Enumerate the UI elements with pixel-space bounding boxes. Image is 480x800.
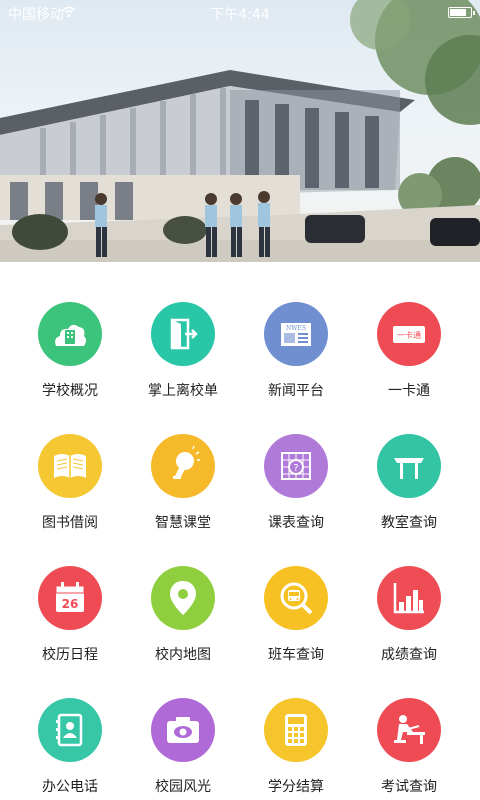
menu-item-campus-scenery[interactable]: 校园风光 [123,658,243,795]
menu-item-campus-map[interactable]: 校内地图 [123,526,243,663]
menu-item-office-phone[interactable]: 办公电话 [10,658,130,795]
bus-search-icon [264,566,328,630]
menu-item-library[interactable]: 图书借阅 [10,394,130,531]
menu-item-grades[interactable]: 成绩查询 [349,526,469,663]
bar-chart-icon [377,566,441,630]
lightbulb-icon [151,434,215,498]
map-pin-icon [151,566,215,630]
desk-icon [377,434,441,498]
menu-item-smart-classroom[interactable]: 智慧课堂 [123,394,243,531]
calendar-icon: 26 [38,566,102,630]
menu-item-calendar[interactable]: 26 校历日程 [10,526,130,663]
book-icon [38,434,102,498]
menu-label: 校园风光 [155,779,211,795]
status-time: 下午4:44 [210,7,270,23]
door-exit-icon [151,302,215,366]
card-icon: 一卡通 [377,302,441,366]
menu-item-classroom[interactable]: 教室查询 [349,394,469,531]
news-badge: NWES [286,325,306,332]
menu-item-credit-calc[interactable]: 学分结算 [236,658,356,795]
menu-item-leave-form[interactable]: 掌上离校单 [123,262,243,399]
menu-item-school-overview[interactable]: 学校概况 [10,262,130,399]
school-building-icon [38,302,102,366]
svg-text:?: ? [293,463,298,474]
phonebook-icon [38,698,102,762]
menu-label: 办公电话 [42,779,98,795]
card-badge: 一卡通 [397,330,421,340]
menu-label: 考试查询 [381,779,437,795]
campus-building-illustration [0,0,480,262]
calculator-icon [264,698,328,762]
calendar-badge: 26 [62,597,79,611]
newspaper-icon: NWES [264,302,328,366]
menu-label: 学分结算 [268,779,324,795]
battery-icon [448,7,475,18]
menu-item-shuttle-bus[interactable]: 班车查询 [236,526,356,663]
menu-item-campus-card[interactable]: 一卡通 一卡通 [349,262,469,399]
menu-item-exam[interactable]: 考试查询 [349,658,469,795]
menu-item-timetable[interactable]: ? 课表查询 [236,394,356,531]
status-bar: 中国移动 下午4:44 [0,0,480,26]
menu-item-news[interactable]: NWES 新闻平台 [236,262,356,399]
exam-icon [377,698,441,762]
camera-icon [151,698,215,762]
campus-photo: 中国移动 下午4:44 [0,0,480,262]
schedule-icon: ? [264,434,328,498]
